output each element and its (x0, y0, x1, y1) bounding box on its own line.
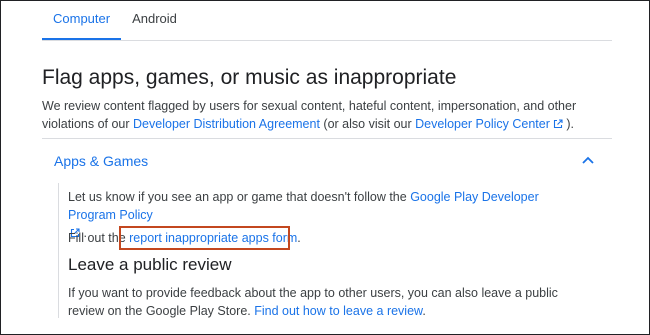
public-review-paragraph: If you want to provide feedback about th… (68, 284, 593, 320)
developer-policy-center-link[interactable]: Developer Policy Center (415, 117, 563, 131)
page-title: Flag apps, games, or music as inappropri… (42, 66, 457, 89)
p1-text: Let us know if you see an app or game th… (68, 190, 411, 204)
developer-policy-center-label: Developer Policy Center (415, 117, 550, 131)
chevron-up-icon[interactable] (582, 156, 594, 164)
fill-form-paragraph: Fill out the report inappropriate apps f… (68, 231, 301, 245)
apps-games-accordion-header[interactable]: Apps & Games (42, 139, 612, 183)
tab-computer[interactable]: Computer (42, 0, 122, 40)
public-review-heading: Leave a public review (68, 255, 232, 274)
report-inappropriate-apps-form-link[interactable]: report inappropriate apps form (129, 231, 297, 245)
p2-end: . (297, 231, 301, 245)
intro-paragraph: We review content flagged by users for s… (42, 97, 617, 133)
accordion-title: Apps & Games (54, 153, 149, 169)
external-link-icon (553, 119, 563, 129)
intro-text-middle: (or also visit our (319, 117, 416, 131)
accordion-body: Let us know if you see an app or game th… (58, 183, 589, 318)
tab-android[interactable]: Android (121, 0, 188, 40)
tabs-divider (42, 40, 612, 41)
developer-distribution-agreement-link[interactable]: Developer Distribution Agreement (133, 117, 320, 131)
platform-tabs: Computer Android (42, 0, 188, 40)
p3-end: . (422, 304, 426, 318)
intro-text-after: ). (562, 117, 575, 131)
leave-review-link[interactable]: Find out how to leave a review (254, 304, 422, 318)
p2-text: Fill out the (68, 231, 130, 245)
